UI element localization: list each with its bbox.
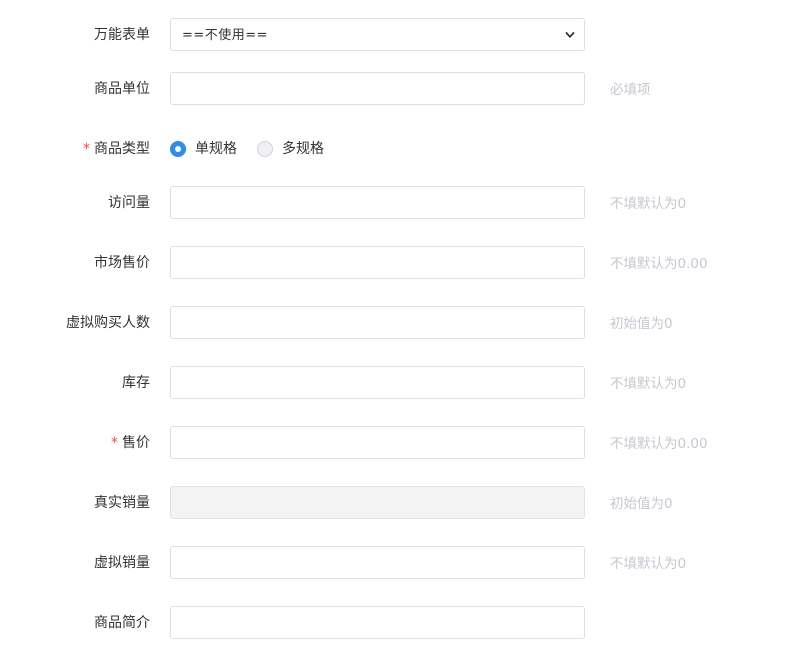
radio-checked-icon — [170, 141, 186, 157]
price-label-text: 售价 — [122, 435, 150, 451]
product-intro-input[interactable] — [170, 606, 585, 639]
universal-form-select-value: ==不使用== — [182, 28, 269, 43]
form-row-stock: 库存 不填默认为0 — [0, 366, 791, 400]
universal-form-label: 万能表单 — [94, 27, 150, 43]
virtual-sales-input[interactable] — [170, 546, 585, 579]
required-mark: * — [83, 141, 90, 157]
real-sales-hint: 初始值为0 — [610, 496, 673, 512]
form-row-universal-form: 万能表单 ==不使用== — [0, 18, 791, 52]
product-form: 万能表单 ==不使用== 商品单位 必填项 * 商品类型 单规格 多规格 访问量… — [0, 0, 791, 654]
form-row-market-price: 市场售价 不填默认为0.00 — [0, 246, 791, 280]
real-sales-label: 真实销量 — [94, 495, 150, 511]
chevron-down-icon — [565, 32, 575, 38]
form-row-virtual-sales: 虚拟销量 不填默认为0 — [0, 546, 791, 580]
universal-form-select[interactable]: ==不使用== — [170, 18, 585, 51]
required-mark: * — [111, 435, 118, 451]
virtual-buyers-label: 虚拟购买人数 — [66, 315, 150, 331]
market-price-label: 市场售价 — [94, 255, 150, 271]
price-input[interactable] — [170, 426, 585, 459]
product-type-label: * 商品类型 — [83, 132, 150, 166]
form-row-real-sales: 真实销量 初始值为0 — [0, 486, 791, 520]
visits-input[interactable] — [170, 186, 585, 219]
product-unit-label: 商品单位 — [94, 81, 150, 97]
stock-hint: 不填默认为0 — [610, 376, 687, 392]
market-price-input[interactable] — [170, 246, 585, 279]
form-row-visits: 访问量 不填默认为0 — [0, 186, 791, 220]
virtual-sales-label: 虚拟销量 — [94, 555, 150, 571]
radio-single-spec-label: 单规格 — [195, 141, 237, 157]
product-type-label-text: 商品类型 — [94, 141, 150, 157]
market-price-hint: 不填默认为0.00 — [610, 256, 708, 272]
visits-hint: 不填默认为0 — [610, 196, 687, 212]
stock-label: 库存 — [122, 375, 150, 391]
product-intro-label: 商品简介 — [94, 615, 150, 631]
radio-multi-spec-label: 多规格 — [282, 141, 324, 157]
visits-label: 访问量 — [108, 195, 150, 211]
price-hint: 不填默认为0.00 — [610, 436, 708, 452]
stock-input[interactable] — [170, 366, 585, 399]
form-row-product-unit: 商品单位 必填项 — [0, 72, 791, 106]
product-unit-hint: 必填项 — [610, 82, 651, 98]
form-row-price: * 售价 不填默认为0.00 — [0, 426, 791, 460]
real-sales-input — [170, 486, 585, 519]
form-row-product-type: * 商品类型 单规格 多规格 — [0, 132, 791, 166]
virtual-buyers-input[interactable] — [170, 306, 585, 339]
virtual-sales-hint: 不填默认为0 — [610, 556, 687, 572]
virtual-buyers-hint: 初始值为0 — [610, 316, 673, 332]
form-row-product-intro: 商品简介 — [0, 606, 791, 640]
price-label: * 售价 — [111, 426, 150, 460]
form-row-virtual-buyers: 虚拟购买人数 初始值为0 — [0, 306, 791, 340]
product-unit-input[interactable] — [170, 72, 585, 105]
radio-unchecked-icon — [257, 141, 273, 157]
